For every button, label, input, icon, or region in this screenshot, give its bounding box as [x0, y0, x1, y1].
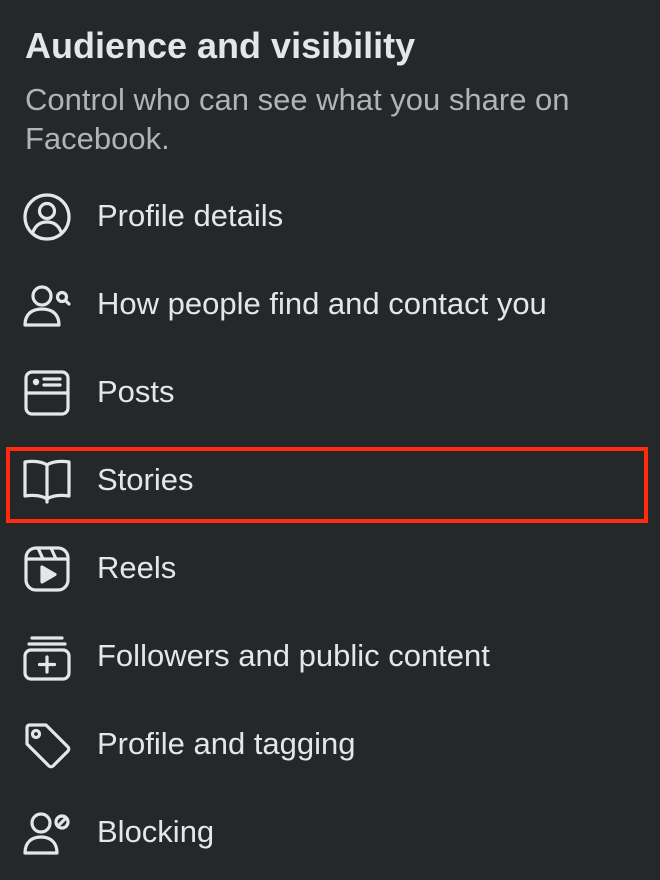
page-title: Audience and visibility	[25, 25, 416, 66]
audience-visibility-panel: Audience and visibility Control who can …	[0, 0, 660, 880]
person-block-icon	[22, 808, 72, 858]
menu-item-blocking[interactable]: Blocking	[0, 788, 660, 876]
menu-item-followers-public-content[interactable]: Followers and public content	[0, 612, 660, 700]
tag-icon	[22, 720, 72, 770]
menu-item-find-contact[interactable]: How people find and contact you	[0, 260, 660, 348]
menu-item-profile-details[interactable]: Profile details	[0, 172, 660, 260]
menu-item-label: Profile details	[97, 198, 284, 233]
reels-icon	[22, 544, 72, 594]
menu-item-label: Profile and tagging	[97, 726, 356, 761]
menu-item-reels[interactable]: Reels	[0, 524, 660, 612]
menu-item-label: Followers and public content	[97, 638, 490, 673]
menu-item-posts[interactable]: Posts	[0, 348, 660, 436]
menu-item-label: Reels	[97, 550, 177, 585]
menu-item-label: Posts	[97, 374, 175, 409]
menu-item-label: Stories	[97, 462, 194, 497]
page-subtitle: Control who can see what you share on Fa…	[25, 82, 570, 156]
person-search-icon	[22, 280, 72, 330]
followers-stack-icon	[22, 632, 72, 682]
settings-menu: Profile details How people find and cont…	[0, 172, 660, 876]
posts-icon	[22, 368, 72, 418]
book-icon	[22, 456, 72, 506]
person-circle-icon	[22, 192, 72, 242]
menu-item-label: How people find and contact you	[97, 286, 547, 321]
menu-item-label: Blocking	[97, 814, 215, 849]
menu-item-stories[interactable]: Stories	[0, 436, 660, 524]
menu-item-profile-tagging[interactable]: Profile and tagging	[0, 700, 660, 788]
